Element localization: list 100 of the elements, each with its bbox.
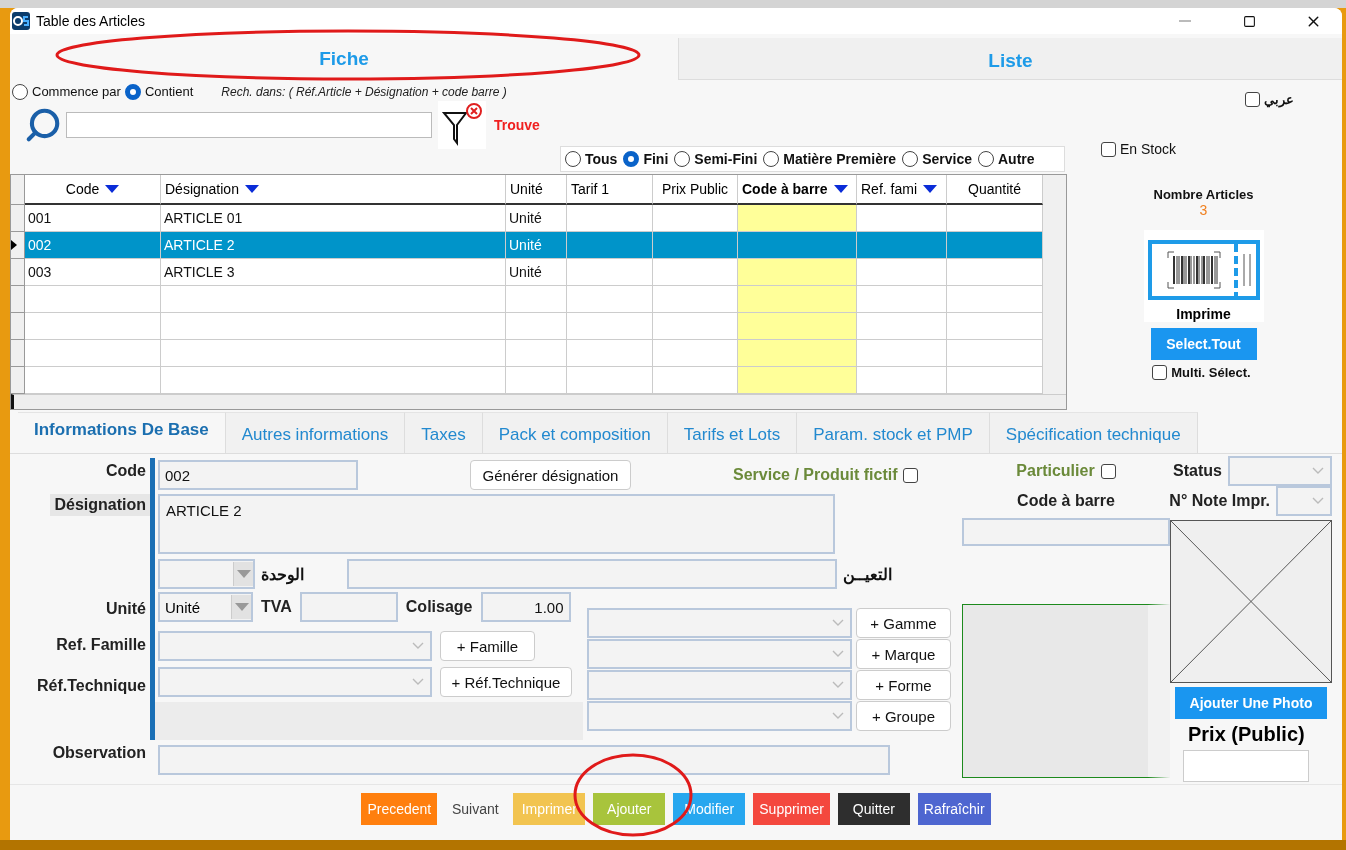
checkbox[interactable] (1100, 463, 1116, 479)
in-stock-checkbox[interactable]: En Stock (1101, 141, 1177, 157)
add-attribute-button[interactable]: + Gamme (856, 608, 951, 638)
radio-option[interactable]: Tous (565, 150, 618, 167)
barcode-field[interactable] (962, 518, 1170, 546)
table-row[interactable]: 003 ARTICLE 3 Unité (11, 258, 1066, 286)
radio-button[interactable] (674, 150, 691, 167)
radio-button[interactable] (623, 150, 640, 167)
price-field[interactable] (1183, 750, 1309, 782)
particulier-checkbox[interactable]: Particulier (1016, 462, 1116, 480)
action-button[interactable]: Rafraîchir (917, 792, 991, 825)
radio-option[interactable]: Service (902, 150, 972, 167)
table-cell: 003 (25, 258, 161, 286)
radio-option[interactable]: Semi-Fini (674, 150, 758, 167)
field-label: Status (1173, 462, 1222, 480)
designation-field[interactable]: ARTICLE 2 (158, 494, 835, 554)
field-label: Ref. Famille (55, 635, 147, 655)
minimize-icon (1179, 20, 1191, 22)
field-label: Code (105, 461, 147, 481)
print-button[interactable]: Imprime (1143, 230, 1264, 322)
action-button[interactable]: Supprimer (753, 792, 830, 825)
table-cell: Unité (506, 258, 567, 286)
column-header[interactable]: Tarif 1 (567, 174, 653, 205)
search-result: Trouve (494, 116, 540, 133)
checkbox[interactable] (1101, 141, 1116, 157)
unit-dropdown[interactable]: Unité (158, 592, 253, 622)
table-cell: Unité (506, 204, 567, 232)
add-famille-button[interactable]: + Famille (440, 631, 535, 661)
column-header[interactable]: Désignation (161, 174, 506, 205)
field-label: التعيــن (843, 564, 892, 584)
column-header[interactable]: Quantité (947, 174, 1043, 205)
add-attribute-button[interactable]: + Groupe (856, 701, 951, 731)
add-technique-button[interactable]: + Réf.Technique (440, 667, 572, 697)
barcode-icon (1147, 240, 1260, 300)
row-header-cell[interactable] (11, 258, 25, 286)
multi-select-checkbox[interactable]: Multi. Sélect. (1152, 365, 1251, 380)
row-pointer-icon (11, 239, 17, 250)
field-label: Code à barre (1017, 492, 1115, 510)
service-fictif-checkbox[interactable]: Service / Produit fictif (733, 466, 919, 484)
row-header-cell[interactable] (11, 204, 25, 232)
table-row[interactable]: 001 ARTICLE 01 Unité (11, 204, 1066, 232)
articles-count-label: Nombre Articles (1153, 187, 1254, 202)
radio-option[interactable]: Autre (978, 150, 1035, 167)
table-cell (506, 339, 567, 367)
chevron-icon (412, 642, 424, 650)
column-header[interactable]: Ref. fami (857, 174, 947, 205)
field-label: Désignation (50, 494, 150, 516)
column-header[interactable]: Prix Public (653, 174, 738, 205)
table-cell: Unité (506, 231, 567, 259)
row-header-cell[interactable] (11, 231, 25, 259)
clear-filter-icon[interactable] (438, 100, 486, 149)
checkbox[interactable] (903, 467, 919, 483)
designation-ar-field[interactable] (347, 559, 837, 589)
sort-arrow-icon[interactable] (923, 184, 937, 193)
radio-button[interactable] (124, 83, 141, 100)
tva-field[interactable] (299, 592, 398, 622)
code-field[interactable]: 002 (158, 460, 358, 490)
field-label: N° Note Impr. (1169, 492, 1270, 510)
radio-option[interactable]: Commence par (12, 83, 121, 100)
radio-button[interactable] (763, 150, 780, 167)
detail-tab[interactable]: Informations De Base (18, 412, 226, 453)
chevron-icon (1312, 467, 1324, 475)
action-button[interactable]: Quitter (837, 792, 910, 825)
window-title: Table des Articles (36, 13, 146, 29)
field-label: الوحدة (261, 564, 305, 584)
radio-option[interactable]: Matière Première (763, 150, 897, 167)
radio-button[interactable] (12, 83, 28, 100)
field-label: TVA (261, 598, 292, 616)
radio-button[interactable] (902, 150, 919, 167)
chevron-icon (1312, 497, 1324, 505)
search-field[interactable] (66, 111, 432, 138)
table-cell (506, 285, 567, 313)
column-header[interactable]: Unité (506, 174, 567, 205)
table-cell: ARTICLE 2 (161, 231, 506, 259)
table-cell (506, 312, 567, 340)
search-hint: Rech. dans: ( Réf.Article + Désignation + code barre ) (221, 84, 507, 99)
radio-button[interactable] (978, 150, 994, 167)
observation-field[interactable] (158, 745, 890, 775)
generate-designation-button[interactable]: Générer désignation (470, 460, 631, 490)
field-label: Réf.Technique (35, 676, 147, 696)
sort-arrow-icon[interactable] (244, 184, 259, 193)
radio-option[interactable]: Fini (623, 150, 669, 167)
arabic-checkbox[interactable]: عربي (1245, 92, 1294, 107)
sort-arrow-icon[interactable] (833, 184, 848, 193)
column-header[interactable]: Code à barre (738, 174, 857, 205)
radio-button[interactable] (565, 150, 581, 167)
checkbox[interactable] (1152, 365, 1168, 380)
field-label: Colisage (405, 598, 473, 616)
colisage-field[interactable]: 1.00 (480, 592, 571, 622)
sort-arrow-icon[interactable] (105, 184, 120, 193)
add-attribute-button[interactable]: + Marque (856, 639, 951, 669)
chevron-icon (832, 650, 844, 658)
column-header[interactable]: Code (25, 174, 161, 205)
field-label: Prix (Public) (1188, 723, 1305, 746)
checkbox[interactable] (1245, 92, 1260, 107)
add-attribute-button[interactable]: + Forme (856, 670, 951, 700)
maximize-icon (1242, 14, 1256, 28)
field-label: Observation (51, 743, 147, 763)
table-cell (506, 366, 567, 394)
radio-option[interactable]: Contient (124, 83, 194, 100)
